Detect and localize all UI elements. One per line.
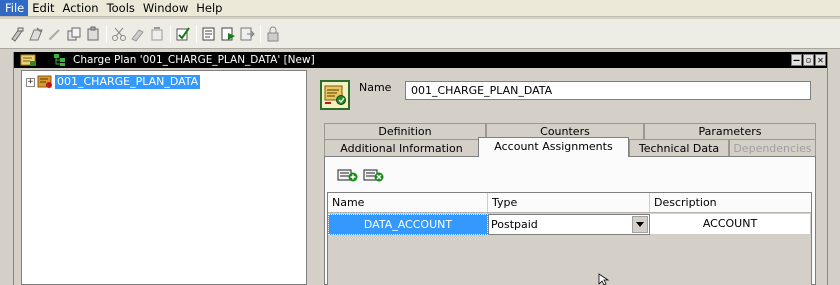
- move-icon[interactable]: [129, 25, 146, 42]
- table-row[interactable]: DATA_ACCOUNT Postpaid ACCOUNT: [328, 214, 811, 235]
- grid-header: Name Type Description: [328, 193, 811, 213]
- run-icon[interactable]: [219, 25, 236, 42]
- report-icon[interactable]: [200, 25, 217, 42]
- copy-icon[interactable]: [65, 25, 82, 42]
- tree-node-root[interactable]: + 001_CHARGE_PLAN_DATA: [26, 75, 201, 89]
- edit-icon[interactable]: [46, 25, 63, 42]
- tree-structure-icon: [53, 53, 67, 67]
- toolbar-separator: [260, 24, 261, 43]
- type-dropdown[interactable]: Postpaid: [488, 214, 650, 235]
- menu-help[interactable]: Help: [192, 0, 226, 16]
- tab-additional-information[interactable]: Additional Information: [324, 139, 479, 156]
- tab-technical-data[interactable]: Technical Data: [629, 139, 729, 156]
- charge-plan-large-icon: [320, 80, 350, 110]
- window-controls: – ▫ ✕: [790, 54, 826, 66]
- tree-pane: + 001_CHARGE_PLAN_DATA: [21, 70, 307, 285]
- window-title: Charge Plan '001_CHARGE_PLAN_DATA' [New]: [73, 54, 315, 66]
- tab-account-assignments[interactable]: Account Assignments: [478, 137, 629, 157]
- new-icon[interactable]: [8, 25, 25, 42]
- menu-bar: File Edit Action Tools Window Help: [0, 0, 840, 17]
- toolbar-separator: [196, 24, 197, 43]
- chevron-down-icon[interactable]: [632, 216, 648, 233]
- tree-node-label[interactable]: 001_CHARGE_PLAN_DATA: [55, 75, 201, 89]
- menu-edit[interactable]: Edit: [28, 0, 58, 16]
- charge-plan-window: Charge Plan '001_CHARGE_PLAN_DATA' [New]…: [13, 52, 828, 285]
- account-assignments-panel: Name Type Description DATA_ACCOUNT Postp…: [324, 156, 816, 285]
- tab-definition[interactable]: Definition: [324, 123, 486, 139]
- cut-icon[interactable]: [110, 25, 127, 42]
- name-field[interactable]: 001_CHARGE_PLAN_DATA: [405, 81, 811, 100]
- mouse-cursor-icon: [598, 273, 610, 285]
- paste-icon[interactable]: [84, 25, 101, 42]
- type-dropdown-value: Postpaid: [491, 218, 538, 231]
- menu-window[interactable]: Window: [139, 0, 192, 16]
- window-titlebar[interactable]: Charge Plan '001_CHARGE_PLAN_DATA' [New]…: [14, 52, 827, 68]
- menu-action[interactable]: Action: [59, 0, 103, 16]
- export-icon[interactable]: [238, 25, 255, 42]
- add-row-icon[interactable]: [337, 167, 359, 182]
- detail-pane: Name 001_CHARGE_PLAN_DATA Definition Cou…: [311, 70, 821, 285]
- delete-icon[interactable]: [148, 25, 165, 42]
- toolbar-separator: [170, 24, 171, 43]
- check-icon[interactable]: [174, 25, 191, 42]
- name-label: Name: [359, 81, 392, 94]
- toolbar: [0, 19, 840, 49]
- column-header-description[interactable]: Description: [650, 193, 811, 212]
- column-header-type[interactable]: Type: [488, 193, 650, 212]
- tab-dependencies: Dependencies: [729, 139, 816, 156]
- expand-icon[interactable]: +: [26, 77, 35, 87]
- charge-plan-icon: [20, 53, 37, 67]
- remove-row-icon[interactable]: [363, 167, 385, 182]
- open-icon[interactable]: [27, 25, 44, 42]
- account-grid: Name Type Description DATA_ACCOUNT Postp…: [327, 192, 812, 285]
- charge-plan-node-icon: [37, 75, 53, 89]
- menu-file[interactable]: File: [0, 0, 29, 16]
- column-header-name[interactable]: Name: [328, 193, 488, 212]
- restore-button[interactable]: ▫: [803, 54, 814, 66]
- tab-parameters[interactable]: Parameters: [644, 123, 816, 139]
- minimize-button[interactable]: –: [791, 54, 802, 66]
- toolbar-separator: [106, 24, 107, 43]
- close-button[interactable]: ✕: [815, 54, 826, 66]
- cell-description[interactable]: ACCOUNT: [650, 214, 811, 235]
- cell-name[interactable]: DATA_ACCOUNT: [328, 214, 488, 235]
- menu-tools[interactable]: Tools: [103, 0, 139, 16]
- lock-icon[interactable]: [264, 25, 281, 42]
